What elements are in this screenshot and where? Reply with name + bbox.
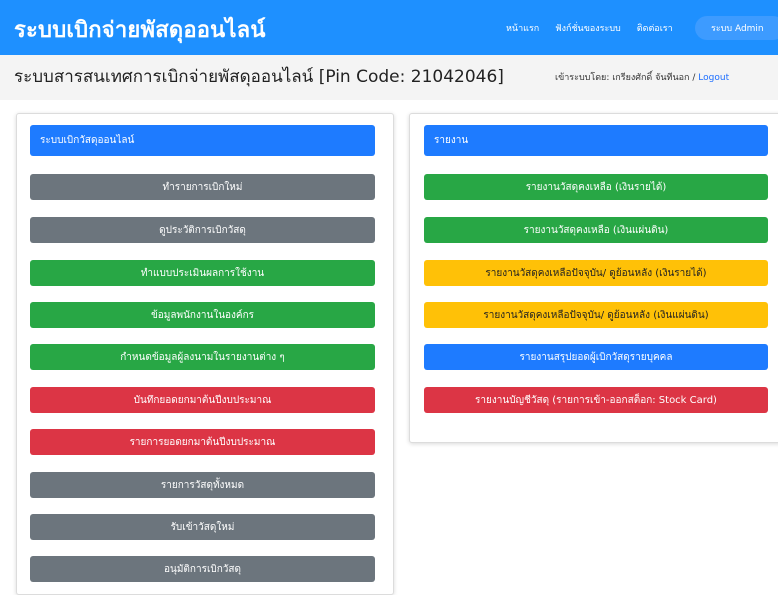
brand-title[interactable]: ระบบเบิกจ่ายพัสดุออนไลน์ xyxy=(14,12,266,47)
nav-links: หน้าแรก ฟังก์ชั่นของระบบ ติดต่อเรา xyxy=(506,21,673,35)
report-per-person-button[interactable]: รายงานสรุปยอดผู้เบิกวัสดุรายบุคคล xyxy=(424,344,768,370)
receive-materials-button[interactable]: รับเข้าวัสดุใหม่ xyxy=(30,514,375,540)
withdrawal-history-button[interactable]: ดูประวัติการเบิกวัสดุ xyxy=(30,217,375,243)
admin-button[interactable]: ระบบ Admin xyxy=(695,16,778,40)
nav-link-home[interactable]: หน้าแรก xyxy=(506,21,539,35)
login-user-label: เข้าระบบโดย: เกรียงศักดิ์ จันทีนอก xyxy=(555,73,690,83)
report-signers-button[interactable]: กำหนดข้อมูลผู้ลงนามในรายงานต่าง ๆ xyxy=(30,344,375,370)
all-materials-button[interactable]: รายการวัสดุทั้งหมด xyxy=(30,472,375,498)
withdraw-system-panel: ระบบเบิกวัสดุออนไลน์ ทำรายการเบิกใหม่ ดู… xyxy=(16,113,394,595)
approve-withdrawal-button[interactable]: อนุมัติการเบิกวัสดุ xyxy=(30,556,375,582)
reports-panel-heading: รายงาน xyxy=(424,125,768,156)
subheader-bar: ระบบสารสนเทศการเบิกจ่ายพัสดุออนไลน์ [Pin… xyxy=(0,55,778,100)
record-opening-balance-button[interactable]: บันทึกยอดยกมาต้นปีงบประมาณ xyxy=(30,387,375,413)
logout-link[interactable]: Logout xyxy=(698,73,729,83)
top-navbar: ระบบเบิกจ่ายพัสดุออนไลน์ หน้าแรก ฟังก์ชั… xyxy=(0,0,778,55)
nav-link-functions[interactable]: ฟังก์ชั่นของระบบ xyxy=(555,21,621,35)
report-remaining-income-button[interactable]: รายงานวัสดุคงเหลือ (เงินรายได้) xyxy=(424,174,768,200)
nav-link-contact[interactable]: ติดต่อเรา xyxy=(637,21,673,35)
new-withdrawal-button[interactable]: ทำรายการเบิกใหม่ xyxy=(30,174,375,200)
opening-balance-list-button[interactable]: รายการยอดยกมาต้นปีงบประมาณ xyxy=(30,429,375,455)
page-title: ระบบสารสนเทศการเบิกจ่ายพัสดุออนไลน์ [Pin… xyxy=(14,67,504,87)
report-current-budget-button[interactable]: รายงานวัสดุคงเหลือปัจจุบัน/ ดูย้อนหลัง (… xyxy=(424,302,768,328)
login-separator: / xyxy=(692,73,696,83)
reports-panel: รายงาน รายงานวัสดุคงเหลือ (เงินรายได้) ร… xyxy=(409,113,778,443)
login-info: เข้าระบบโดย: เกรียงศักดิ์ จันทีนอก / Log… xyxy=(555,70,729,84)
evaluation-form-button[interactable]: ทำแบบประเมินผลการใช้งาน xyxy=(30,260,375,286)
report-current-income-button[interactable]: รายงานวัสดุคงเหลือปัจจุบัน/ ดูย้อนหลัง (… xyxy=(424,260,768,286)
employee-info-button[interactable]: ข้อมูลพนักงานในองค์กร xyxy=(30,302,375,328)
report-remaining-budget-button[interactable]: รายงานวัสดุคงเหลือ (เงินแผ่นดิน) xyxy=(424,217,768,243)
report-stock-card-button[interactable]: รายงานบัญชีวัสดุ (รายการเข้า-ออกสต็อก: S… xyxy=(424,387,768,413)
withdraw-panel-heading: ระบบเบิกวัสดุออนไลน์ xyxy=(30,125,375,156)
